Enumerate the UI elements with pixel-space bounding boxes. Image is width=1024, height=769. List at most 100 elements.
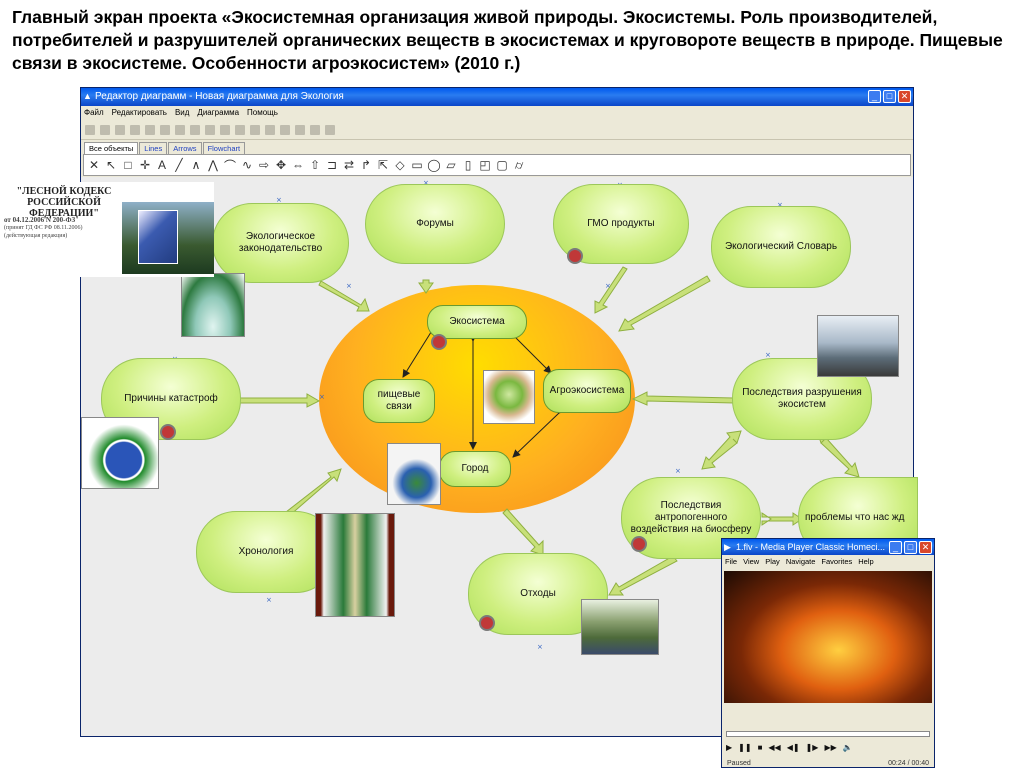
node-forums[interactable]: Форумы (365, 184, 505, 264)
rounded-rect-icon[interactable]: ▭ (410, 158, 424, 172)
player-close-button[interactable]: ✕ (919, 541, 932, 554)
bent-arrow-icon[interactable]: ⇱ (376, 158, 390, 172)
media-player-titlebar[interactable]: ▶ 1.flv - Media Player Classic Homeci...… (722, 539, 934, 555)
video-frame-forest-fire[interactable] (724, 571, 932, 703)
player-menu-favorites[interactable]: Favorites (821, 555, 852, 569)
brush-icon[interactable] (100, 124, 110, 135)
player-menu-file[interactable]: File (725, 555, 737, 569)
marker-ecosystem[interactable] (431, 334, 447, 350)
curve-icon[interactable]: ⌒ (223, 157, 237, 174)
volume-icon[interactable]: 🔈 (843, 743, 853, 752)
close-button[interactable]: ✕ (898, 90, 911, 103)
duplicate-icon[interactable] (250, 124, 260, 135)
seek-bar[interactable] (726, 731, 930, 737)
arrow-up-icon[interactable]: ⇧ (308, 158, 322, 172)
paste-icon[interactable] (160, 124, 170, 135)
player-controls: ▶ ❚❚ ■ ◀◀ ◀❚ ❚▶ ▶▶ 🔈 (726, 743, 853, 752)
cylinder-icon[interactable]: ⌭ (512, 158, 526, 173)
card-icon[interactable]: ◰ (478, 158, 492, 172)
tab-lines[interactable]: Lines (139, 142, 168, 154)
play-icon[interactable]: ▶ (726, 743, 732, 752)
fast-forward-icon[interactable]: ▶▶ (824, 743, 836, 752)
player-menu-navigate[interactable]: Navigate (786, 555, 816, 569)
font-icon[interactable] (115, 124, 125, 135)
globe-icon[interactable] (325, 124, 335, 135)
rewind-icon[interactable]: ◀◀ (768, 743, 780, 752)
node-ecological-law[interactable]: Экологическое законодательство (212, 203, 349, 283)
player-menu-play[interactable]: Play (765, 555, 780, 569)
align-icon[interactable] (295, 124, 305, 135)
svg-text:×: × (266, 596, 272, 604)
editor-titlebar[interactable]: ▲ Редактор диаграмм - Новая диаграмма дл… (81, 88, 913, 106)
wave-icon[interactable]: ∿ (240, 158, 254, 172)
diamond-icon[interactable]: ◇ (393, 158, 407, 172)
polyline-icon[interactable]: ∧ (189, 158, 203, 172)
menu-view[interactable]: Вид (175, 106, 189, 120)
maximize-button[interactable]: □ (883, 90, 896, 103)
svg-text:×: × (537, 643, 543, 651)
ungroup-icon[interactable] (190, 124, 200, 135)
arrow-right-icon[interactable]: ⇨ (257, 158, 271, 172)
ellipse-icon[interactable]: ◯ (427, 158, 441, 172)
node-food-chains[interactable]: пищевые связи (363, 379, 435, 423)
line-ecosystem-foodchains (402, 320, 441, 378)
law-subtitle-block: от 04.12.2006 N 200-ФЗ (принят ГД ФС РФ … (4, 216, 114, 240)
marker-anthropogenic[interactable] (631, 536, 647, 552)
node-ecological-dictionary[interactable]: Экологический Словарь (711, 206, 851, 288)
marker-disasters[interactable] (160, 424, 176, 440)
pause-icon[interactable]: ❚❚ (738, 743, 751, 752)
menu-diagram[interactable]: Диаграмма (197, 106, 239, 120)
player-menu-help[interactable]: Help (858, 555, 873, 569)
step-forward-icon[interactable]: ❚▶ (806, 743, 819, 752)
arrow-anthropogenic-problems (761, 512, 803, 526)
tab-all-objects[interactable]: Все объекты (84, 142, 139, 154)
zigzag-icon[interactable]: ⋀ (206, 158, 220, 172)
law-book-cover (138, 210, 178, 264)
palette-tabs: Все объекты Lines Arrows Flowchart (81, 140, 913, 154)
document-icon[interactable]: ▯ (461, 158, 475, 172)
marker-waste[interactable] (479, 615, 495, 631)
node-agroecosystem[interactable]: Агроэкосистема (543, 369, 631, 413)
image-icon[interactable] (205, 124, 215, 135)
menu-file[interactable]: Файл (84, 106, 104, 120)
scissors-icon[interactable] (265, 124, 275, 135)
new-file-icon[interactable] (130, 124, 140, 135)
rectangle-icon[interactable]: □ (121, 158, 135, 172)
law-book-photo (122, 202, 214, 274)
page-icon[interactable]: ▢ (495, 158, 509, 172)
minimize-button[interactable]: _ (868, 90, 881, 103)
copy-icon[interactable] (145, 124, 155, 135)
cut-icon[interactable] (85, 124, 95, 135)
arrow-split-icon[interactable]: ⇔ (291, 158, 305, 172)
arrow-turn-icon[interactable]: ↱ (359, 158, 373, 172)
menu-help[interactable]: Помощь (247, 106, 278, 120)
line-icon[interactable]: ╱ (172, 158, 186, 172)
step-back-icon[interactable]: ◀❚ (787, 743, 800, 752)
player-menu-view[interactable]: View (743, 555, 759, 569)
svg-text:×: × (605, 282, 611, 290)
flag-icon[interactable] (310, 124, 320, 135)
arrow-cross-icon[interactable]: ✥ (274, 158, 288, 172)
delete-icon[interactable]: ✕ (87, 158, 101, 172)
parallelogram-icon[interactable]: ▱ (444, 158, 458, 172)
tab-arrows[interactable]: Arrows (168, 142, 202, 154)
group-icon[interactable] (175, 124, 185, 135)
frame-icon[interactable] (220, 124, 230, 135)
player-minimize-button[interactable]: _ (889, 541, 902, 554)
menu-edit[interactable]: Редактировать (112, 106, 167, 120)
marker-gmo[interactable] (567, 248, 583, 264)
media-player-title: 1.flv - Media Player Classic Homeci... (736, 542, 886, 552)
stop-icon[interactable]: ■ (758, 743, 763, 752)
arrow-double-icon[interactable]: ⇄ (342, 158, 356, 172)
pointer-icon[interactable]: ↖ (104, 158, 118, 172)
city-skyline-image (817, 315, 899, 377)
move-icon[interactable]: ✛ (138, 158, 152, 172)
tab-flowchart[interactable]: Flowchart (202, 142, 246, 154)
text-icon[interactable]: A (155, 158, 169, 172)
callout-icon[interactable]: ⊐ (325, 158, 339, 172)
node-city[interactable]: Город (439, 451, 511, 487)
clipboard-icon[interactable] (280, 124, 290, 135)
player-maximize-button[interactable]: □ (904, 541, 917, 554)
fill-icon[interactable] (235, 124, 245, 135)
hourglass-image (315, 513, 395, 617)
